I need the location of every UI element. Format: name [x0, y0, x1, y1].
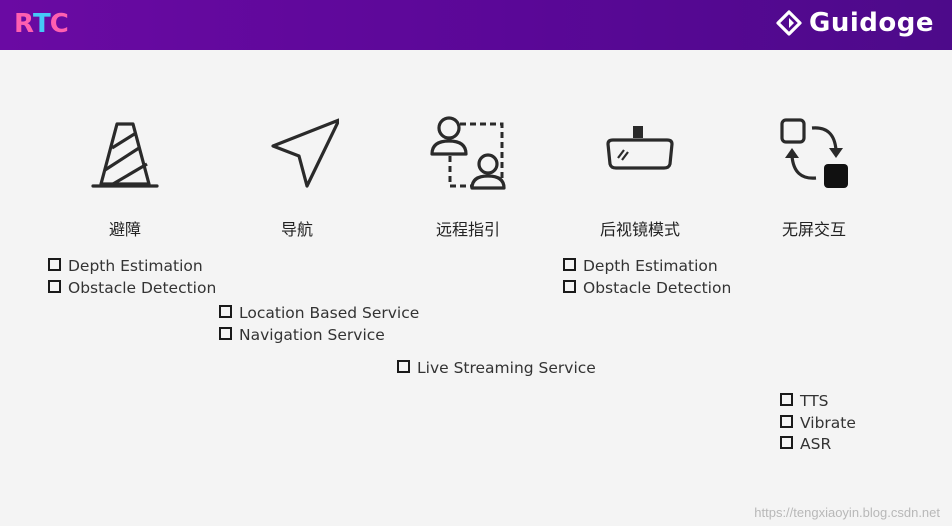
rearview-mirror-icon [606, 126, 674, 170]
feature-navigation: 导航 [242, 112, 352, 240]
brand-name: Guidoge [809, 8, 934, 38]
list-item-label: Live Streaming Service [417, 359, 596, 377]
list-item: Vibrate [780, 413, 856, 435]
checkbox-icon [780, 393, 793, 406]
list-item-label: Depth Estimation [68, 257, 203, 275]
list-item: Live Streaming Service [397, 358, 596, 380]
rtc-logo-letter-r: R [14, 9, 34, 39]
list-item-label: Obstacle Detection [68, 278, 217, 297]
rearview-mirror-list: Depth Estimation Obstacle Detection [563, 256, 731, 299]
feature-screenless-interaction: 无屏交互 [759, 112, 869, 240]
checkbox-icon [48, 279, 61, 293]
list-item-label: Obstacle Detection [583, 278, 732, 297]
navigation-arrow-icon [271, 118, 341, 188]
list-item: Obstacle Detection [48, 278, 216, 300]
checkbox-icon [219, 326, 232, 340]
list-item: Obstacle Detection [563, 278, 731, 300]
obstacle-avoidance-list: Depth Estimation Obstacle Detection [48, 256, 216, 299]
guidoge-logo: Guidoge [775, 6, 934, 40]
remote-users-icon [430, 116, 506, 190]
guidoge-logo-icon [776, 10, 802, 36]
feature-label: 无屏交互 [781, 220, 846, 239]
rtc-logo-letter-c: C [49, 9, 69, 39]
list-item: Navigation Service [219, 325, 419, 347]
list-item-label: TTS [800, 392, 829, 410]
checkbox-icon [563, 258, 576, 271]
feature-label: 远程指引 [435, 220, 500, 239]
navigation-list: Location Based Service Navigation Servic… [219, 303, 419, 346]
list-item: Location Based Service [219, 303, 419, 325]
feature-remote-guidance: 远程指引 [413, 112, 523, 240]
checkbox-icon [48, 258, 61, 271]
list-item-label: ASR [800, 435, 832, 453]
list-item-label: Depth Estimation [583, 257, 718, 275]
list-item-label: Navigation Service [239, 325, 385, 344]
list-item-label: Location Based Service [239, 304, 420, 322]
list-item: ASR [780, 434, 856, 456]
list-item: TTS [780, 391, 856, 413]
feature-rearview-mirror-mode: 后视镜模式 [585, 112, 695, 240]
feature-label: 导航 [280, 220, 313, 239]
checkbox-icon [397, 360, 410, 373]
checkbox-icon [563, 279, 576, 293]
feature-label: 避障 [108, 220, 141, 239]
header-bar: RTC Guidoge [0, 0, 952, 50]
rtc-logo-letter-t: T [33, 9, 51, 39]
interaction-cycle-icon [780, 118, 848, 188]
checkbox-icon [219, 305, 232, 318]
screenless-interaction-list: TTS Vibrate ASR [780, 391, 856, 456]
list-item-label: Vibrate [800, 413, 856, 432]
feature-obstacle-avoidance: 避障 [70, 112, 180, 240]
traffic-cone-icon [91, 122, 159, 188]
rtc-logo: RTC [14, 8, 69, 40]
checkbox-icon [780, 436, 793, 449]
list-item: Depth Estimation [563, 256, 731, 278]
feature-label: 后视镜模式 [599, 220, 680, 239]
checkbox-icon [780, 414, 793, 428]
remote-guidance-list: Live Streaming Service [397, 358, 596, 380]
watermark: https://tengxiaoyin.blog.csdn.net [754, 505, 940, 520]
list-item: Depth Estimation [48, 256, 216, 278]
